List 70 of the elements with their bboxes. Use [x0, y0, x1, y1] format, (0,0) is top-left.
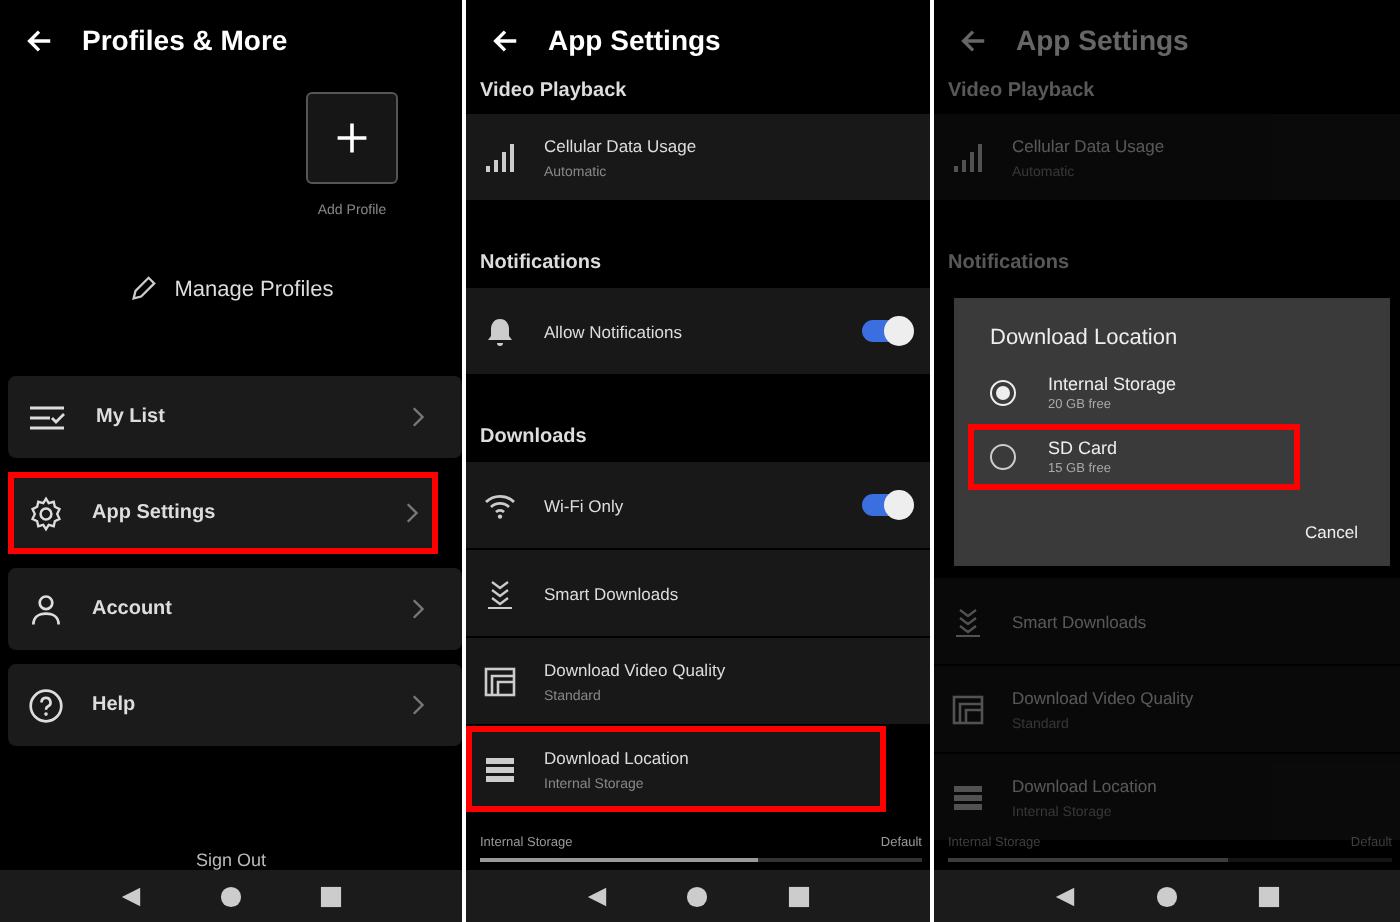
download-chevrons-icon	[484, 577, 516, 609]
home-circle-icon[interactable]	[686, 885, 709, 907]
settings-row[interactable]: Allow Notifications	[466, 288, 930, 374]
menu-item-label: Help	[92, 694, 138, 716]
list-check-icon	[28, 401, 68, 433]
signal-bars-icon	[952, 141, 984, 173]
section-heading: Video Playback	[478, 80, 629, 106]
cancel-button[interactable]: Cancel	[1301, 518, 1362, 546]
menu-item-label: App Settings	[92, 502, 218, 524]
toggle-switch[interactable]	[862, 494, 910, 516]
setting-label: Cellular Data Usage	[1012, 135, 1167, 155]
back-arrow-icon[interactable]	[24, 25, 54, 55]
menu-item[interactable]: Account	[8, 568, 462, 650]
recents-square-icon[interactable]	[1258, 885, 1280, 907]
settings-icon	[28, 495, 64, 531]
setting-label: Smart Downloads	[544, 583, 681, 603]
setting-label: Download Location	[544, 747, 691, 767]
setting-label: Wi-Fi Only	[544, 495, 626, 515]
download-chevrons-icon	[952, 605, 984, 637]
sign-out-link[interactable]: Sign Out	[195, 850, 267, 870]
option-label: Internal Storage	[1048, 374, 1177, 394]
settings-row[interactable]: Wi-Fi Only	[466, 462, 930, 548]
setting-label: Smart Downloads	[1012, 611, 1149, 631]
section-heading: Notifications	[478, 250, 604, 278]
menu-item-label: My List	[96, 406, 167, 428]
frames-icon	[952, 693, 984, 725]
recents-square-icon[interactable]	[788, 885, 811, 907]
manage-profiles-button[interactable]: Manage Profiles	[124, 270, 338, 308]
back-triangle-icon[interactable]	[1054, 885, 1076, 907]
help-icon	[28, 687, 64, 723]
home-circle-icon[interactable]	[219, 885, 242, 907]
setting-label: Download Location	[1012, 775, 1159, 795]
toggle-switch[interactable]	[862, 320, 910, 342]
setting-label: Cellular Data Usage	[544, 135, 699, 155]
menu-item-label: Account	[92, 598, 174, 620]
screen-title: App Settings	[548, 24, 721, 56]
plus-icon	[334, 120, 370, 156]
recents-square-icon[interactable]	[320, 885, 343, 907]
chevron-icon	[412, 598, 426, 620]
pencil-icon	[128, 274, 159, 304]
add-profile-button[interactable]	[306, 92, 398, 184]
settings-row[interactable]: Smart Downloads	[466, 550, 930, 636]
person-icon	[28, 591, 64, 627]
section-heading: Video Playback	[946, 80, 1097, 106]
screen-title: App Settings	[1016, 24, 1189, 56]
signal-bars-icon	[484, 141, 516, 173]
home-circle-icon[interactable]	[1156, 885, 1178, 907]
back-arrow-icon[interactable]	[490, 25, 520, 55]
section-heading: Downloads	[478, 424, 589, 452]
setting-label: Allow Notifications	[544, 321, 684, 341]
wifi-icon	[484, 491, 516, 519]
back-triangle-icon[interactable]	[585, 885, 608, 907]
setting-label: Download Video Quality	[544, 659, 728, 679]
menu-item[interactable]: App Settings	[8, 472, 438, 554]
menu-item[interactable]: My List	[8, 376, 462, 458]
chevron-icon	[412, 406, 426, 428]
chevron-icon	[406, 502, 420, 524]
chevron-icon	[412, 694, 426, 716]
dialog-title: Download Location	[988, 326, 1180, 350]
storage-icon	[484, 753, 516, 785]
radio-button[interactable]	[990, 444, 1016, 470]
frames-icon	[484, 665, 516, 697]
storage-icon	[952, 781, 984, 813]
screen-title: Profiles & More	[82, 24, 288, 56]
menu-item[interactable]: Help	[8, 664, 462, 746]
setting-label: Download Video Quality	[1012, 687, 1196, 707]
bell-icon	[484, 315, 516, 347]
back-triangle-icon[interactable]	[119, 885, 142, 907]
section-heading: Notifications	[946, 250, 1072, 278]
option-label: SD Card	[1048, 438, 1118, 458]
